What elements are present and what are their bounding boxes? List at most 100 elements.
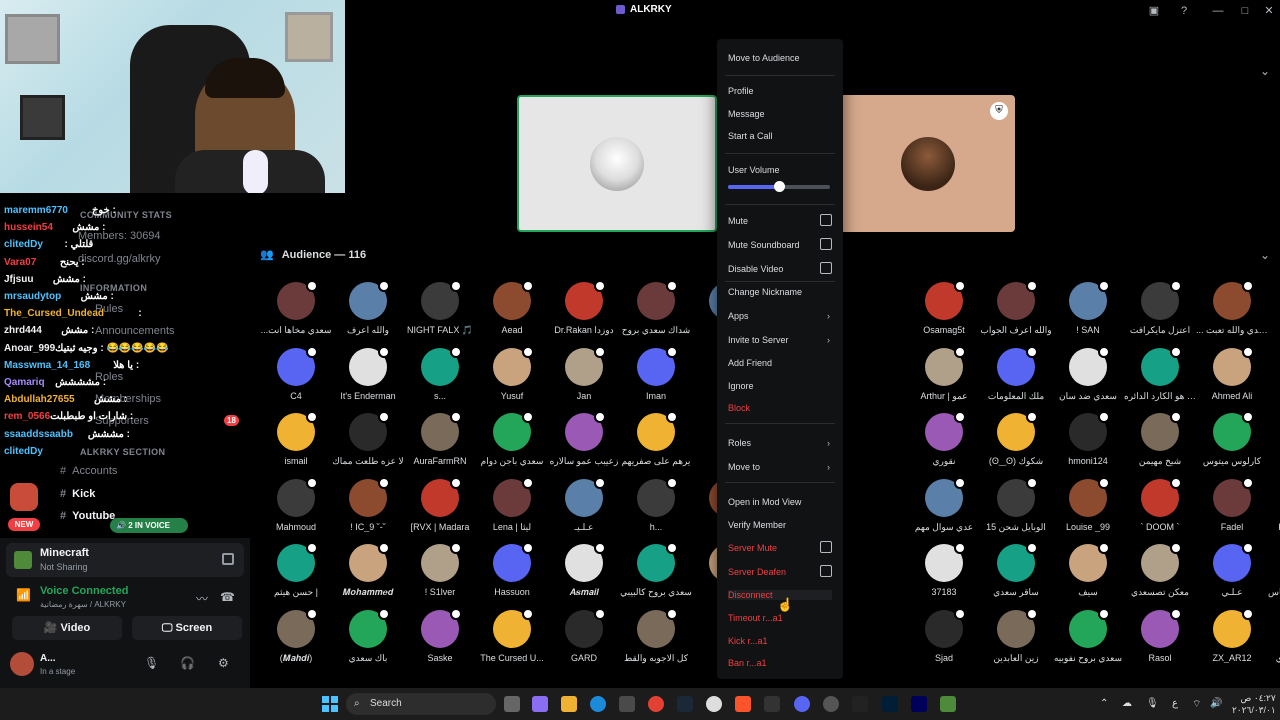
gear-icon[interactable]: ⚙ [218, 656, 229, 670]
share-icon[interactable] [222, 553, 234, 565]
microphone-icon[interactable]: 🎙 [144, 656, 159, 670]
volume-knob[interactable] [774, 181, 785, 192]
mic-icon[interactable]: 🎙 [1146, 698, 1159, 709]
steam-icon[interactable] [677, 696, 693, 712]
audience-member[interactable]: سعد سان ضد عباس [1268, 544, 1280, 606]
audience-member[interactable]: باك سعدي [332, 607, 404, 672]
audience-member[interactable]: Kakaroto ★ ! [1268, 479, 1280, 541]
menu-kick[interactable]: Kick r...a1 [728, 636, 832, 646]
audience-member[interactable]: لا عزه طلعت مماك [332, 411, 404, 475]
checkbox[interactable] [820, 262, 832, 274]
audience-member[interactable]: 37183 [908, 542, 980, 606]
audience-member[interactable]: اعتزل مايكرافت [1124, 280, 1196, 344]
audience-member[interactable]: C4 [260, 345, 332, 410]
menu-move-to[interactable]: Move to › [728, 462, 832, 472]
activity-card[interactable]: Minecraft Not Sharing [6, 543, 244, 577]
audience-member[interactable]: (𝑴𝒂𝒉𝒅𝒊) [260, 607, 332, 672]
audience-member[interactable]: ساقر سعدي [980, 542, 1052, 606]
chevron-up-icon[interactable]: ⌃ [1100, 698, 1108, 709]
audience-member[interactable]: زين العابدين [980, 607, 1052, 672]
audience-member[interactable]: The Cursed U... [476, 607, 548, 672]
taskbar-clock[interactable]: ٠٤:٢٧ ص ٢٠٢٦/٠٣/٠١ [1232, 692, 1276, 716]
audience-member[interactable]: Dl7 [1268, 348, 1280, 410]
menu-move-to-audience[interactable]: Move to Audience [728, 53, 832, 63]
audience-member[interactable]: شيخ مهيمن [1124, 411, 1196, 475]
menu-add-friend[interactable]: Add Friend [728, 358, 832, 368]
brave-icon[interactable] [735, 696, 751, 712]
menu-open-mod-view[interactable]: Open in Mod View [728, 497, 832, 507]
app-icon[interactable] [823, 696, 839, 712]
channel-youtube[interactable]: # Youtube [60, 510, 115, 522]
windows-start-icon[interactable] [322, 696, 338, 712]
audience-member[interactable]: ... سعدي والله تعبت [1196, 280, 1268, 344]
menu-mute-soundboard[interactable]: Mute Soundboard [728, 238, 832, 250]
audience-member[interactable]: (ʘ‿ʘ) شكوك [980, 411, 1052, 475]
audience-member[interactable]: 𝑨𝒔𝒎𝒂𝒊𝒍 [548, 542, 620, 606]
menu-timeout[interactable]: Timeout r...a1 [728, 613, 832, 623]
obs-icon[interactable] [706, 696, 722, 712]
audience-member[interactable]: اني هو الكارد الدائره [1124, 345, 1196, 410]
maximize-button[interactable]: □ [1237, 3, 1253, 19]
checkbox[interactable] [820, 238, 832, 250]
audience-member[interactable]: NIGHT FALX 🎵 [404, 280, 476, 344]
user-volume-slider[interactable] [728, 181, 830, 192]
file-explorer-icon[interactable] [561, 696, 577, 712]
task-view-icon[interactable] [504, 696, 520, 712]
checkbox[interactable] [820, 565, 832, 577]
soundwave-icon[interactable]: 〰 [196, 590, 210, 606]
video-button[interactable]: 🎥 Video [12, 616, 122, 640]
speaker-tile[interactable] [517, 95, 717, 232]
language-indicator[interactable]: ع [1172, 698, 1178, 709]
audience-member[interactable]: It's Enderman [332, 345, 404, 410]
audience-member[interactable]: Ahmed Ali [1196, 345, 1268, 410]
audience-member[interactable]: زعيبب عمو سالاره [548, 411, 620, 475]
avatar[interactable] [10, 652, 34, 676]
audience-member[interactable]: معكن تصسعدي [1124, 542, 1196, 606]
audience-member[interactable]: Louise _99 [1052, 476, 1124, 541]
audience-member[interactable]: Saske [404, 607, 476, 672]
audience-member[interactable]: Fadel [1196, 476, 1268, 541]
audience-member[interactable]: Rasol [1124, 607, 1196, 672]
cloud-icon[interactable]: ☁ [1122, 698, 1132, 709]
audience-member[interactable]: الرجوك اسعدي [1268, 610, 1280, 672]
wifi-icon[interactable]: ⌔ [1192, 698, 1201, 711]
audience-member[interactable]: ! SAN [1052, 280, 1124, 344]
menu-apps[interactable]: Apps › [728, 311, 832, 321]
audience-member[interactable]: Dr.Rakan دوزدا [548, 280, 620, 344]
menu-roles[interactable]: Roles › [728, 438, 832, 448]
minimize-button[interactable]: — [1210, 3, 1226, 19]
taskbar-search[interactable]: ⌕ Search [346, 693, 496, 715]
headphones-icon[interactable]: 🎧 [180, 656, 195, 670]
audience-member[interactable]: hmoni124 [1052, 411, 1124, 475]
menu-ignore[interactable]: Ignore [728, 381, 832, 391]
menu-start-call[interactable]: Start a Call [728, 131, 832, 141]
menu-verify-member[interactable]: Verify Member [728, 520, 832, 530]
audience-member[interactable]: كارلوس ميتوس [1196, 411, 1268, 475]
menu-server-deafen[interactable]: Server Deafen [728, 565, 832, 577]
audience-member[interactable]: سعدي بروح نفوبيه [1052, 607, 1124, 672]
audience-member[interactable]: عـلـي [1196, 542, 1268, 606]
audience-member[interactable]: ZX_AR12 [1196, 607, 1268, 672]
speaker-tile[interactable]: ⛨ [840, 95, 1015, 232]
audience-member[interactable]: كل الاجوبه والقط [620, 607, 692, 672]
audience-member[interactable]: سعدي ضد سان [1052, 345, 1124, 410]
photoshop-icon[interactable] [882, 696, 898, 712]
audience-member[interactable]: جيدر [1268, 282, 1280, 344]
audience-member[interactable]: Hassuon [476, 542, 548, 606]
audience-member[interactable]: s... [404, 345, 476, 410]
close-button[interactable]: ✕ [1261, 3, 1277, 19]
minecraft-icon[interactable] [940, 696, 956, 712]
voice-channel-name[interactable]: سهرة رمضانية / ALKRKY [40, 600, 126, 609]
voice-connected-label[interactable]: Voice Connected [40, 585, 128, 597]
audience-member[interactable]: Arthur | عمو [908, 345, 980, 410]
disconnect-icon[interactable]: ☎ [220, 590, 235, 604]
audience-member[interactable]: Lena | ليثا [476, 476, 548, 541]
audience-member[interactable]: والله اعرف [332, 280, 404, 344]
audience-member[interactable]: Mahmoud [260, 476, 332, 541]
audience-member[interactable]: والله اعرف الجواب [980, 280, 1052, 344]
chevron-down-icon[interactable]: ⌄ [1260, 64, 1270, 78]
audience-member[interactable]: ismail [260, 411, 332, 475]
edge-icon[interactable] [590, 696, 606, 712]
audience-member[interactable]: سيف [1052, 542, 1124, 606]
menu-mute[interactable]: Mute [728, 214, 832, 226]
